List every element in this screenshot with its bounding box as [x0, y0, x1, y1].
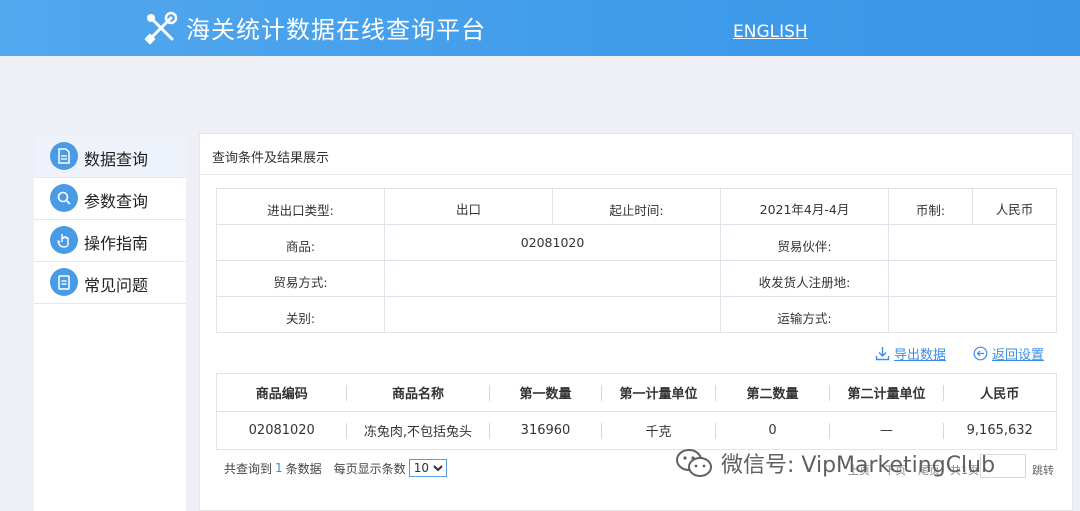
- search-icon: [50, 184, 78, 212]
- col-header: 人民币: [943, 373, 1057, 412]
- wechat-watermark: 微信号: VipMarketingClub: [675, 447, 995, 479]
- hand-icon: [50, 226, 78, 254]
- back-to-settings-button[interactable]: 返回设置: [973, 344, 1044, 363]
- period-label: 起止时间:: [552, 188, 721, 225]
- sidebar-item-faq[interactable]: 常见问题: [34, 262, 186, 304]
- col-header: 第一数量: [489, 373, 602, 412]
- trade-mode-label: 贸易方式:: [216, 260, 385, 297]
- partner-value: [888, 224, 1057, 261]
- cell-unit2: —: [829, 411, 944, 450]
- period-value: 2021年4月-4月: [720, 188, 889, 225]
- currency-label: 币制:: [888, 188, 973, 225]
- sidebar-item-label: 数据查询: [84, 150, 149, 169]
- sidebar-item-label: 参数查询: [84, 192, 149, 211]
- table-row: 贸易方式: 收发货人注册地:: [216, 260, 1057, 297]
- cell-goods-code: 02081020: [216, 411, 347, 450]
- sidebar-nav: 数据查询 参数查询 操作指南 常见问题: [34, 136, 186, 511]
- english-link[interactable]: ENGLISH: [733, 22, 808, 42]
- cell-rmb: 9,165,632: [943, 411, 1057, 450]
- ie-type-value: 出口: [384, 188, 553, 225]
- goods-label: 商品:: [216, 224, 385, 261]
- table-header-row: 商品编码 商品名称 第一数量 第一计量单位 第二数量 第二计量单位 人民币: [216, 373, 1057, 412]
- cell-qty2: 0: [715, 411, 830, 450]
- consignee-value: [888, 260, 1057, 297]
- clipboard-icon: [50, 268, 78, 296]
- customs-label: 关别:: [216, 296, 385, 333]
- customs-value: [384, 296, 721, 333]
- table-row: 商品: 02081020 贸易伙伴:: [216, 224, 1057, 261]
- query-conditions-table: 进出口类型: 出口 起止时间: 2021年4月-4月 币制: 人民币 商品: 0…: [216, 188, 1057, 333]
- sidebar-item-guide[interactable]: 操作指南: [34, 220, 186, 262]
- sidebar-item-param-query[interactable]: 参数查询: [34, 178, 186, 220]
- currency-value: 人民币: [972, 188, 1057, 225]
- trade-mode-value: [384, 260, 721, 297]
- download-icon: [875, 347, 890, 361]
- total-prefix: 共查询到: [224, 461, 273, 476]
- wechat-icon: [676, 449, 712, 477]
- results-table: 商品编码 商品名称 第一数量 第一计量单位 第二数量 第二计量单位 人民币 02…: [216, 373, 1057, 450]
- back-arrow-icon: [973, 346, 988, 361]
- page-size-label: 每页显示条数: [333, 461, 406, 476]
- table-row: 关别: 运输方式:: [216, 296, 1057, 333]
- col-header: 商品名称: [346, 373, 490, 412]
- goto-button[interactable]: 跳转: [1032, 462, 1054, 478]
- col-header: 第二计量单位: [829, 373, 944, 412]
- partner-label: 贸易伙伴:: [720, 224, 889, 261]
- page-size-select[interactable]: 10: [408, 459, 447, 477]
- document-icon: [50, 142, 78, 170]
- top-header-bar: 海关统计数据在线查询平台 ENGLISH: [0, 0, 1080, 56]
- transport-value: [888, 296, 1057, 333]
- tools-icon: [144, 11, 178, 45]
- cell-goods-name: 冻兔肉,不包括兔头: [346, 411, 490, 450]
- back-to-settings-label: 返回设置: [992, 348, 1045, 363]
- transport-label: 运输方式:: [720, 296, 889, 333]
- watermark-text: 微信号: VipMarketingClub: [721, 453, 996, 478]
- ie-type-label: 进出口类型:: [216, 188, 385, 225]
- cell-qty1: 316960: [489, 411, 602, 450]
- app-title: 海关统计数据在线查询平台: [186, 16, 486, 44]
- goods-value: 02081020: [384, 224, 721, 261]
- sidebar-item-data-query[interactable]: 数据查询: [34, 136, 186, 178]
- export-data-button[interactable]: 导出数据: [875, 344, 946, 363]
- export-data-label: 导出数据: [894, 348, 947, 363]
- sidebar-item-label: 常见问题: [84, 276, 149, 295]
- cell-unit1: 千克: [601, 411, 716, 450]
- consignee-label: 收发货人注册地:: [720, 260, 889, 297]
- col-header: 第二数量: [715, 373, 830, 412]
- col-header: 第一计量单位: [601, 373, 716, 412]
- col-header: 商品编码: [216, 373, 347, 412]
- pagination-summary: 共查询到 1 条数据 每页显示条数 10: [224, 459, 447, 477]
- sidebar-item-label: 操作指南: [84, 234, 149, 253]
- divider: [200, 174, 1072, 175]
- total-suffix: 条数据: [285, 461, 322, 476]
- table-row: 进出口类型: 出口 起止时间: 2021年4月-4月 币制: 人民币: [216, 188, 1057, 225]
- total-count: 1: [275, 461, 283, 475]
- table-row: 02081020 冻兔肉,不包括兔头 316960 千克 0 — 9,165,6…: [216, 411, 1057, 450]
- panel-title: 查询条件及结果展示: [212, 151, 330, 166]
